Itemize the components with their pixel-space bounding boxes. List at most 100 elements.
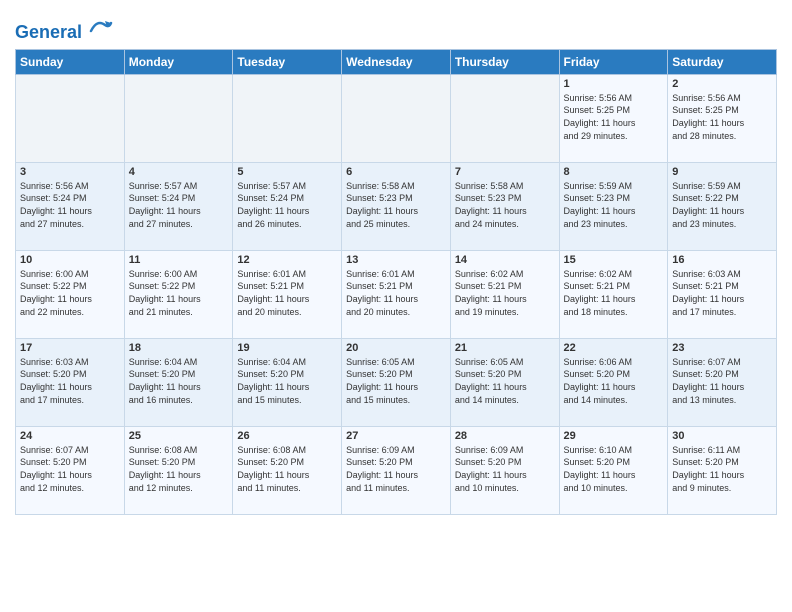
day-info: Sunrise: 6:02 AM Sunset: 5:21 PM Dayligh… xyxy=(455,268,555,318)
calendar-cell: 28Sunrise: 6:09 AM Sunset: 5:20 PM Dayli… xyxy=(450,426,559,514)
day-info: Sunrise: 6:06 AM Sunset: 5:20 PM Dayligh… xyxy=(564,356,664,406)
day-number: 23 xyxy=(672,342,772,354)
calendar-cell xyxy=(124,74,233,162)
calendar-cell: 26 Sunrise: 6:08 AM Sunset: 5:20 PM Dayli… xyxy=(233,426,342,514)
day-info: Sunrise: 6:02 AM Sunset: 5:21 PM Dayligh… xyxy=(564,268,664,318)
day-info: Sunrise: 6:10 AM Sunset: 5:20 PM Dayligh… xyxy=(564,444,664,494)
day-number: 1 xyxy=(564,78,664,90)
day-info: Sunrise: 6:03 AM Sunset: 5:20 PM Dayligh… xyxy=(20,356,120,406)
logo-text: General xyxy=(15,14,113,43)
page-header: General xyxy=(15,10,777,43)
day-number: 16 xyxy=(672,254,772,266)
day-info: Sunrise: 5:58 AM Sunset: 5:23 PM Dayligh… xyxy=(346,180,446,230)
logo: General xyxy=(15,14,113,43)
day-number: 19 xyxy=(237,342,337,354)
day-info: Sunrise: 6:00 AM Sunset: 5:22 PM Dayligh… xyxy=(20,268,120,318)
weekday-header: Sunday xyxy=(16,49,125,74)
weekday-header: Wednesday xyxy=(342,49,451,74)
calendar-table: SundayMondayTuesdayWednesdayThursdayFrid… xyxy=(15,49,777,515)
calendar-cell xyxy=(233,74,342,162)
calendar-cell: 5Sunrise: 5:57 AM Sunset: 5:24 PM Daylig… xyxy=(233,162,342,250)
calendar-week-row: 10 Sunrise: 6:00 AM Sunset: 5:22 PM Dayli… xyxy=(16,250,777,338)
day-info: Sunrise: 6:11 AM Sunset: 5:20 PM Dayligh… xyxy=(672,444,772,494)
calendar-header-row: SundayMondayTuesdayWednesdayThursdayFrid… xyxy=(16,49,777,74)
weekday-header: Saturday xyxy=(668,49,777,74)
calendar-cell: 17 Sunrise: 6:03 AM Sunset: 5:20 PM Dayli… xyxy=(16,338,125,426)
day-info: Sunrise: 5:59 AM Sunset: 5:22 PM Dayligh… xyxy=(672,180,772,230)
calendar-week-row: 24 Sunrise: 6:07 AM Sunset: 5:20 PM Dayli… xyxy=(16,426,777,514)
calendar-cell xyxy=(342,74,451,162)
day-info: Sunrise: 6:03 AM Sunset: 5:21 PM Dayligh… xyxy=(672,268,772,318)
day-number: 29 xyxy=(564,430,664,442)
day-info: Sunrise: 6:00 AM Sunset: 5:22 PM Dayligh… xyxy=(129,268,229,318)
calendar-cell: 4Sunrise: 5:57 AM Sunset: 5:24 PM Daylig… xyxy=(124,162,233,250)
day-info: Sunrise: 6:07 AM Sunset: 5:20 PM Dayligh… xyxy=(672,356,772,406)
day-info: Sunrise: 6:09 AM Sunset: 5:20 PM Dayligh… xyxy=(455,444,555,494)
weekday-header: Monday xyxy=(124,49,233,74)
day-number: 6 xyxy=(346,166,446,178)
day-number: 2 xyxy=(672,78,772,90)
day-info: Sunrise: 6:07 AM Sunset: 5:20 PM Dayligh… xyxy=(20,444,120,494)
logo-icon xyxy=(89,14,113,38)
day-info: Sunrise: 5:59 AM Sunset: 5:23 PM Dayligh… xyxy=(564,180,664,230)
calendar-cell: 22Sunrise: 6:06 AM Sunset: 5:20 PM Dayli… xyxy=(559,338,668,426)
day-info: Sunrise: 6:05 AM Sunset: 5:20 PM Dayligh… xyxy=(455,356,555,406)
weekday-header: Friday xyxy=(559,49,668,74)
day-info: Sunrise: 6:01 AM Sunset: 5:21 PM Dayligh… xyxy=(237,268,337,318)
weekday-header: Thursday xyxy=(450,49,559,74)
calendar-cell: 2 Sunrise: 5:56 AM Sunset: 5:25 PM Daylig… xyxy=(668,74,777,162)
calendar-cell: 21 Sunrise: 6:05 AM Sunset: 5:20 PM Dayli… xyxy=(450,338,559,426)
calendar-cell: 7 Sunrise: 5:58 AM Sunset: 5:23 PM Daylig… xyxy=(450,162,559,250)
calendar-cell: 14 Sunrise: 6:02 AM Sunset: 5:21 PM Dayli… xyxy=(450,250,559,338)
calendar-cell: 23 Sunrise: 6:07 AM Sunset: 5:20 PM Dayli… xyxy=(668,338,777,426)
calendar-cell: 15 Sunrise: 6:02 AM Sunset: 5:21 PM Dayli… xyxy=(559,250,668,338)
calendar-cell: 10 Sunrise: 6:00 AM Sunset: 5:22 PM Dayli… xyxy=(16,250,125,338)
day-number: 20 xyxy=(346,342,446,354)
calendar-cell: 29 Sunrise: 6:10 AM Sunset: 5:20 PM Dayli… xyxy=(559,426,668,514)
day-number: 24 xyxy=(20,430,120,442)
day-number: 26 xyxy=(237,430,337,442)
day-number: 30 xyxy=(672,430,772,442)
calendar-cell xyxy=(450,74,559,162)
day-number: 7 xyxy=(455,166,555,178)
calendar-cell: 3 Sunrise: 5:56 AM Sunset: 5:24 PM Daylig… xyxy=(16,162,125,250)
day-number: 15 xyxy=(564,254,664,266)
day-number: 9 xyxy=(672,166,772,178)
day-info: Sunrise: 5:58 AM Sunset: 5:23 PM Dayligh… xyxy=(455,180,555,230)
day-number: 18 xyxy=(129,342,229,354)
day-number: 25 xyxy=(129,430,229,442)
day-info: Sunrise: 5:56 AM Sunset: 5:25 PM Dayligh… xyxy=(672,92,772,142)
day-number: 14 xyxy=(455,254,555,266)
day-info: Sunrise: 6:08 AM Sunset: 5:20 PM Dayligh… xyxy=(237,444,337,494)
calendar-cell: 16 Sunrise: 6:03 AM Sunset: 5:21 PM Dayli… xyxy=(668,250,777,338)
day-info: Sunrise: 6:04 AM Sunset: 5:20 PM Dayligh… xyxy=(237,356,337,406)
calendar-cell: 11 Sunrise: 6:00 AM Sunset: 5:22 PM Dayli… xyxy=(124,250,233,338)
day-number: 3 xyxy=(20,166,120,178)
day-number: 17 xyxy=(20,342,120,354)
day-info: Sunrise: 5:57 AM Sunset: 5:24 PM Dayligh… xyxy=(129,180,229,230)
day-number: 10 xyxy=(20,254,120,266)
calendar-cell: 12Sunrise: 6:01 AM Sunset: 5:21 PM Dayli… xyxy=(233,250,342,338)
day-info: Sunrise: 6:09 AM Sunset: 5:20 PM Dayligh… xyxy=(346,444,446,494)
calendar-week-row: 3 Sunrise: 5:56 AM Sunset: 5:24 PM Daylig… xyxy=(16,162,777,250)
calendar-week-row: 17 Sunrise: 6:03 AM Sunset: 5:20 PM Dayli… xyxy=(16,338,777,426)
day-info: Sunrise: 5:56 AM Sunset: 5:24 PM Dayligh… xyxy=(20,180,120,230)
calendar-cell: 27 Sunrise: 6:09 AM Sunset: 5:20 PM Dayli… xyxy=(342,426,451,514)
day-number: 21 xyxy=(455,342,555,354)
calendar-cell: 8 Sunrise: 5:59 AM Sunset: 5:23 PM Daylig… xyxy=(559,162,668,250)
day-number: 8 xyxy=(564,166,664,178)
day-info: Sunrise: 6:01 AM Sunset: 5:21 PM Dayligh… xyxy=(346,268,446,318)
calendar-cell: 13 Sunrise: 6:01 AM Sunset: 5:21 PM Dayli… xyxy=(342,250,451,338)
day-info: Sunrise: 6:04 AM Sunset: 5:20 PM Dayligh… xyxy=(129,356,229,406)
calendar-cell: 24 Sunrise: 6:07 AM Sunset: 5:20 PM Dayli… xyxy=(16,426,125,514)
day-info: Sunrise: 6:05 AM Sunset: 5:20 PM Dayligh… xyxy=(346,356,446,406)
day-number: 13 xyxy=(346,254,446,266)
calendar-cell: 9 Sunrise: 5:59 AM Sunset: 5:22 PM Daylig… xyxy=(668,162,777,250)
calendar-cell: 1Sunrise: 5:56 AM Sunset: 5:25 PM Daylig… xyxy=(559,74,668,162)
calendar-cell: 18 Sunrise: 6:04 AM Sunset: 5:20 PM Dayli… xyxy=(124,338,233,426)
calendar-body: 1 Sunrise: 5:56 AM Sunset: 5:25 PM Daylig… xyxy=(16,74,777,514)
day-info: Sunrise: 6:08 AM Sunset: 5:20 PM Dayligh… xyxy=(129,444,229,494)
day-number: 11 xyxy=(129,254,229,266)
calendar-cell: 19 Sunrise: 6:04 AM Sunset: 5:20 PM Dayli… xyxy=(233,338,342,426)
day-number: 27 xyxy=(346,430,446,442)
